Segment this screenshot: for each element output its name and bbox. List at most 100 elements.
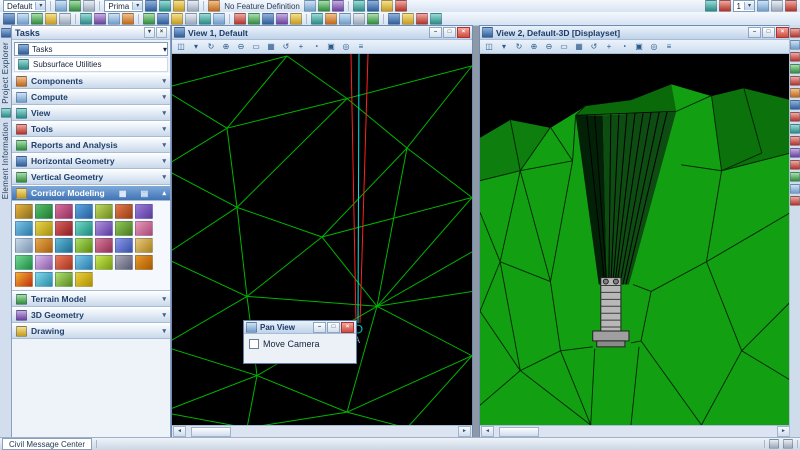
toolbar-icon[interactable] bbox=[234, 13, 246, 25]
zoom-out-icon[interactable] bbox=[542, 40, 556, 53]
view-next-icon[interactable] bbox=[324, 40, 338, 53]
zoom-out-icon[interactable] bbox=[234, 40, 248, 53]
close-button[interactable] bbox=[457, 27, 470, 38]
toolbar-icon[interactable] bbox=[367, 13, 379, 25]
section-terrain-model[interactable]: Terrain Model bbox=[12, 291, 170, 307]
toolbar-icon[interactable] bbox=[55, 0, 67, 12]
scroll-left-icon[interactable] bbox=[481, 426, 494, 437]
fit-view-icon[interactable] bbox=[264, 40, 278, 53]
corridor-tool-icon[interactable] bbox=[135, 255, 153, 270]
list-view-icon[interactable]: ▤ bbox=[141, 189, 149, 198]
copy-view-icon[interactable] bbox=[647, 40, 661, 53]
dock-tool-icon[interactable] bbox=[790, 40, 800, 50]
element-information-icon[interactable] bbox=[1, 108, 11, 118]
update-view-icon[interactable] bbox=[512, 40, 526, 53]
move-camera-checkbox[interactable] bbox=[249, 339, 259, 349]
section-view[interactable]: View bbox=[12, 105, 170, 121]
corridor-tool-icon[interactable] bbox=[55, 255, 73, 270]
view-attributes-icon[interactable] bbox=[482, 40, 496, 53]
toolbar-icon[interactable] bbox=[108, 13, 120, 25]
lock-icon[interactable] bbox=[208, 0, 220, 12]
project-explorer-icon[interactable] bbox=[1, 28, 11, 38]
scroll-right-icon[interactable] bbox=[458, 426, 471, 437]
active-template-combo[interactable]: Default bbox=[3, 0, 46, 12]
section-reports-analysis[interactable]: Reports and Analysis bbox=[12, 137, 170, 153]
corridor-tool-icon[interactable] bbox=[135, 204, 153, 219]
maximize-button[interactable] bbox=[762, 27, 775, 38]
dock-tool-icon[interactable] bbox=[790, 112, 800, 122]
view2-hscrollbar[interactable] bbox=[480, 425, 791, 437]
pan-view-icon[interactable] bbox=[294, 40, 308, 53]
dock-tool-icon[interactable] bbox=[790, 28, 800, 38]
dock-tool-icon[interactable] bbox=[790, 124, 800, 134]
dock-tool-icon[interactable] bbox=[790, 172, 800, 182]
view-previous-icon[interactable] bbox=[309, 40, 323, 53]
toolbar-icon[interactable] bbox=[59, 13, 71, 25]
update-view-icon[interactable] bbox=[204, 40, 218, 53]
section-3d-geometry[interactable]: 3D Geometry bbox=[12, 307, 170, 323]
zoom-in-icon[interactable] bbox=[527, 40, 541, 53]
corridor-tool-icon[interactable] bbox=[135, 238, 153, 253]
corridor-tool-icon[interactable] bbox=[55, 204, 73, 219]
section-corridor-modeling[interactable]: Corridor Modeling ▦ ▤ bbox=[12, 185, 170, 201]
grid-view-icon[interactable]: ▦ bbox=[119, 189, 127, 198]
toolbar-icon[interactable] bbox=[381, 0, 393, 12]
copy-view-icon[interactable] bbox=[339, 40, 353, 53]
toolbar-icon[interactable] bbox=[80, 13, 92, 25]
corridor-tool-icon[interactable] bbox=[95, 255, 113, 270]
toolbar-icon[interactable] bbox=[388, 13, 400, 25]
dock-tool-icon[interactable] bbox=[790, 184, 800, 194]
toolbar-icon[interactable] bbox=[290, 13, 302, 25]
minimize-button[interactable] bbox=[429, 27, 442, 38]
active-level-combo[interactable]: Prima bbox=[104, 0, 143, 12]
clip-volume-icon[interactable] bbox=[354, 40, 368, 53]
fit-view-icon[interactable] bbox=[572, 40, 586, 53]
toolbar-icon[interactable] bbox=[143, 13, 155, 25]
scrollbar-thumb[interactable] bbox=[499, 427, 539, 437]
toolbar-icon[interactable] bbox=[31, 13, 43, 25]
section-horizontal-geometry[interactable]: Horizontal Geometry bbox=[12, 153, 170, 169]
toolbar-icon[interactable] bbox=[416, 13, 428, 25]
toolbar-icon[interactable] bbox=[395, 0, 407, 12]
dock-tool-icon[interactable] bbox=[790, 136, 800, 146]
window-area-icon[interactable] bbox=[249, 40, 263, 53]
toolbar-icon[interactable] bbox=[171, 13, 183, 25]
corridor-tool-icon[interactable] bbox=[75, 221, 93, 236]
toolbar-icon[interactable] bbox=[332, 0, 344, 12]
scrollbar-thumb[interactable] bbox=[191, 427, 231, 437]
tab-project-explorer[interactable]: Project Explorer bbox=[1, 42, 10, 104]
minimize-button[interactable] bbox=[748, 27, 761, 38]
toolbar-icon[interactable] bbox=[304, 0, 316, 12]
toolbar-icon[interactable] bbox=[705, 0, 717, 12]
toolbar-icon[interactable] bbox=[430, 13, 442, 25]
dock-tool-icon[interactable] bbox=[790, 64, 800, 74]
toolbar-icon[interactable] bbox=[173, 0, 185, 12]
toolbar-icon[interactable] bbox=[771, 0, 783, 12]
tab-element-information[interactable]: Element Information bbox=[1, 122, 10, 199]
toolbar-icon[interactable] bbox=[757, 0, 769, 12]
corridor-tool-icon[interactable] bbox=[95, 238, 113, 253]
status-icon[interactable] bbox=[769, 439, 779, 449]
corridor-tool-icon[interactable] bbox=[75, 238, 93, 253]
toolbar-icon[interactable] bbox=[367, 0, 379, 12]
toolbar-icon[interactable] bbox=[248, 13, 260, 25]
corridor-tool-icon[interactable] bbox=[55, 221, 73, 236]
view-menu-icon[interactable] bbox=[497, 40, 511, 53]
corridor-tool-icon[interactable] bbox=[115, 238, 133, 253]
toolbar-icon[interactable] bbox=[145, 0, 157, 12]
corridor-tool-icon[interactable] bbox=[15, 272, 33, 287]
dock-tool-icon[interactable] bbox=[790, 76, 800, 86]
corridor-tool-icon[interactable] bbox=[115, 221, 133, 236]
toolbar-icon[interactable] bbox=[199, 13, 211, 25]
view2-canvas[interactable] bbox=[480, 54, 791, 425]
toolbar-icon[interactable] bbox=[339, 13, 351, 25]
corridor-tool-icon[interactable] bbox=[15, 238, 33, 253]
toolbar-icon[interactable] bbox=[262, 13, 274, 25]
toolbar-icon[interactable] bbox=[185, 13, 197, 25]
close-button[interactable] bbox=[341, 322, 354, 333]
dock-tool-icon[interactable] bbox=[790, 148, 800, 158]
toolbar-icon[interactable] bbox=[69, 0, 81, 12]
panel-menu-icon[interactable] bbox=[144, 27, 155, 38]
view-menu-icon[interactable] bbox=[189, 40, 203, 53]
civil-message-center-tab[interactable]: Civil Message Center bbox=[2, 438, 92, 450]
